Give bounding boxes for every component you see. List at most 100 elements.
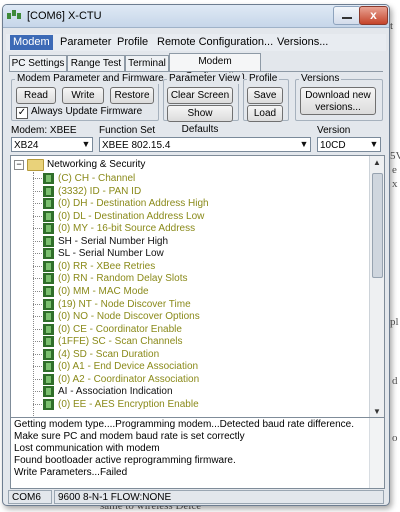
parameter-icon <box>43 223 54 235</box>
tree-connector <box>33 265 42 267</box>
read-button[interactable]: Read <box>16 87 56 104</box>
version-label: Version <box>317 125 351 136</box>
parameter-icon <box>43 361 54 373</box>
tree-connector <box>33 316 42 318</box>
bg-fragment: d <box>392 375 398 387</box>
version-select-value: 10CD <box>320 140 346 151</box>
tree-scrollbar[interactable]: ▲ ▼ <box>369 156 384 418</box>
tree-item-label: (3332) ID - PAN ID <box>58 185 142 197</box>
bg-fragment: t <box>390 20 394 32</box>
tree-item-label: (0) A1 - End Device Association <box>58 361 199 373</box>
menu-parameter[interactable]: Parameter <box>60 36 111 48</box>
modem-parameter-group: Modem Parameter and Firmware Read Write … <box>11 73 166 121</box>
title-bar[interactable]: [COM6] X-CTU x <box>3 5 389 28</box>
tree-connector <box>33 353 42 355</box>
parameter-icon <box>43 323 54 335</box>
chevron-down-icon: ▼ <box>81 139 91 149</box>
tree-item-label: (C) CH - Channel <box>58 173 136 184</box>
always-update-checkbox[interactable]: ✓ <box>16 107 28 119</box>
parameter-icon <box>43 273 54 285</box>
tree-item-label: SL - Serial Number Low <box>58 248 164 260</box>
restore-button[interactable]: Restore <box>110 87 154 104</box>
parameter-icon <box>43 336 54 348</box>
clear-screen-button[interactable]: Clear Screen <box>167 87 233 104</box>
window-title: [COM6] X-CTU <box>27 10 102 22</box>
tab-range-test[interactable]: Range Test <box>67 55 125 71</box>
menu-modem[interactable]: Modem <box>10 35 53 50</box>
status-port: COM6 <box>8 490 52 504</box>
status-log[interactable]: Getting modem type....Programming modem.… <box>10 417 385 489</box>
parameter-icon <box>43 348 54 360</box>
function-set-select-value: XBEE 802.15.4 <box>102 140 171 151</box>
log-line: Found bootloader active reprogramming fi… <box>14 455 236 466</box>
save-button[interactable]: Save <box>247 87 283 104</box>
tree-item-label: (0) RR - XBee Retries <box>58 260 156 272</box>
bg-fragment: e <box>392 164 397 176</box>
menu-versions[interactable]: Versions... <box>277 36 328 48</box>
write-button[interactable]: Write <box>62 87 104 104</box>
log-scrollbar[interactable] <box>369 418 384 488</box>
tab-modem-configuration[interactable]: Modem Configuration <box>169 53 261 82</box>
tree-connector <box>33 215 42 217</box>
tree-item-label: (0) CE - Coordinator Enable <box>58 323 182 335</box>
menu-bar: Modem Parameter Profile Remote Configura… <box>6 34 386 51</box>
modem-select[interactable]: XB24 ▼ <box>11 137 93 152</box>
parameter-icon <box>43 311 54 323</box>
log-line: Lost communication with modem <box>14 443 160 454</box>
parameter-icon <box>43 373 54 385</box>
parameter-icon <box>43 386 54 398</box>
function-set-label: Function Set <box>99 125 156 136</box>
minimize-button[interactable] <box>333 6 361 25</box>
close-button[interactable]: x <box>359 6 388 25</box>
tree-item-label: (0) DL - Destination Address Low <box>58 210 205 222</box>
parameter-icon <box>43 248 54 260</box>
tree-item-label: (0) EE - AES Encryption Enable <box>58 398 199 410</box>
parameter-icon <box>43 398 54 410</box>
function-set-select[interactable]: XBEE 802.15.4 ▼ <box>99 137 311 152</box>
folder-icon <box>27 159 44 171</box>
versions-group: Versions Download new versions... <box>295 73 383 121</box>
parameter-view-group-title: Parameter View <box>167 73 242 84</box>
show-defaults-button[interactable]: Show Defaults <box>167 105 233 135</box>
scroll-up-icon[interactable]: ▲ <box>370 156 384 169</box>
chevron-down-icon: ▼ <box>369 139 379 149</box>
scroll-thumb[interactable] <box>372 173 383 278</box>
tab-terminal[interactable]: Terminal <box>125 55 169 71</box>
tree-connector <box>33 240 42 242</box>
tree-connector-line <box>33 172 34 418</box>
tab-pc-settings[interactable]: PC Settings <box>9 55 67 71</box>
log-line: Getting modem type....Programming modem.… <box>14 419 354 430</box>
collapse-icon[interactable]: − <box>14 160 24 170</box>
tree-connector <box>33 403 42 405</box>
xctu-app-icon <box>7 9 21 23</box>
parameter-icon <box>43 185 54 197</box>
parameter-tree[interactable]: − Networking & Security (C) CH - Channel… <box>10 155 385 419</box>
bg-fragment: x <box>392 178 398 190</box>
tree-connector <box>33 253 42 255</box>
modem-parameter-group-title: Modem Parameter and Firmware <box>15 73 166 84</box>
chevron-down-icon: ▼ <box>299 139 309 149</box>
load-button[interactable]: Load <box>247 105 283 122</box>
menu-profile[interactable]: Profile <box>117 36 148 48</box>
tree-connector <box>33 178 42 179</box>
tree-item-label: (0) MM - MAC Mode <box>58 285 149 297</box>
bg-fragment: 5V <box>390 150 400 162</box>
bg-fragment: o <box>392 432 398 444</box>
tree-item-label: AI - Association Indication <box>58 386 173 398</box>
tree-root-label: Networking & Security <box>47 159 146 170</box>
menu-remote-configuration[interactable]: Remote Configuration... <box>157 36 273 48</box>
parameter-icon <box>43 285 54 297</box>
parameter-icon <box>43 260 54 272</box>
status-bar: COM6 9600 8-N-1 FLOW:NONE <box>6 490 386 505</box>
parameter-icon <box>43 298 54 310</box>
tree-item-label: (0) RN - Random Delay Slots <box>58 273 188 285</box>
status-settings: 9600 8-N-1 FLOW:NONE <box>54 490 384 504</box>
tree-connector <box>33 190 42 192</box>
parameter-icon <box>43 210 54 222</box>
tree-connector <box>33 203 42 205</box>
tree-connector <box>33 378 42 380</box>
version-select[interactable]: 10CD ▼ <box>317 137 381 152</box>
versions-group-title: Versions <box>299 73 342 84</box>
xctu-window: [COM6] X-CTU x Modem Parameter Profile R… <box>2 4 390 506</box>
download-new-versions-button[interactable]: Download new versions... <box>300 87 376 115</box>
